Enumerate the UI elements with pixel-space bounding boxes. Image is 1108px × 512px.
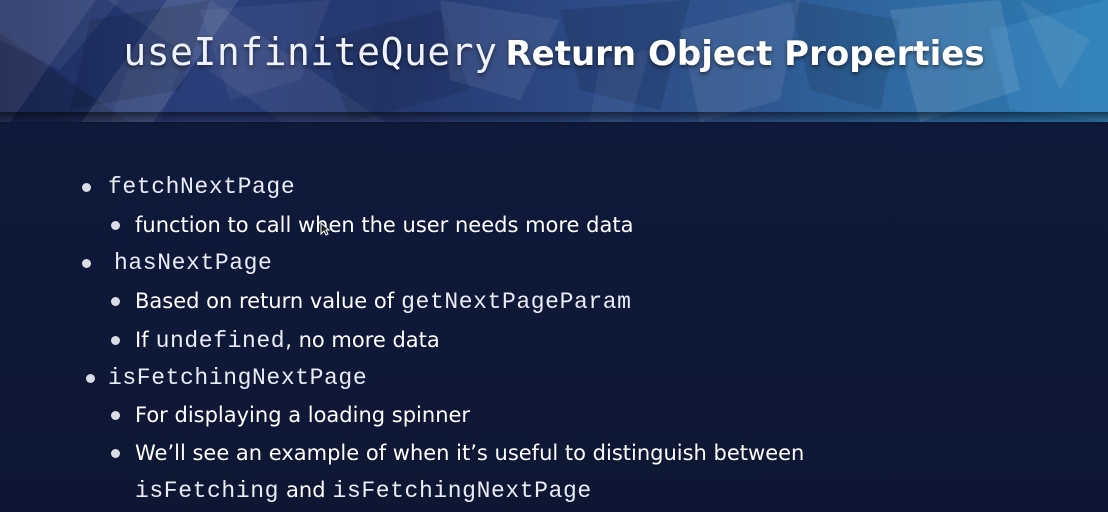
- bullet-dot: [82, 259, 91, 268]
- sub-bullet-text: and: [286, 478, 326, 502]
- bullet-code: isFetchingNextPage: [108, 365, 368, 391]
- slide: useInfiniteQuery Return Object Properties…: [0, 0, 1108, 512]
- bullet-list: fetchNextPage function to call when the …: [0, 0, 1108, 512]
- sub-bullet-code: undefined: [155, 328, 286, 354]
- sub-bullet-continuation: isFetching and isFetchingNextPage: [135, 476, 592, 505]
- sub-bullet-suffix: , no more data: [285, 328, 440, 352]
- sub-bullet-text: function to call when the user needs mor…: [135, 213, 634, 237]
- sub-bullet-dot: [111, 221, 120, 230]
- bullet-code: hasNextPage: [114, 250, 273, 276]
- sub-bullet-dot: [111, 336, 120, 345]
- sub-bullet-dot: [111, 297, 120, 306]
- sub-bullet-text: For displaying a loading spinner: [135, 403, 471, 427]
- sub-bullet-code: isFetchingNextPage: [332, 478, 592, 504]
- sub-bullet-code: isFetching: [135, 478, 280, 504]
- bullet-dot: [82, 183, 91, 192]
- sub-bullet-code: getNextPageParam: [401, 289, 632, 315]
- sub-bullet-text: If: [135, 328, 149, 352]
- sub-bullet-text: We’ll see an example of when it’s useful…: [135, 441, 805, 465]
- mouse-pointer-icon: [320, 222, 330, 236]
- sub-bullet-text: Based on return value of: [135, 289, 395, 313]
- sub-bullet-dot: [111, 449, 120, 458]
- bullet-code: fetchNextPage: [108, 174, 296, 200]
- sub-bullet-dot: [111, 411, 120, 420]
- bullet-dot: [86, 374, 95, 383]
